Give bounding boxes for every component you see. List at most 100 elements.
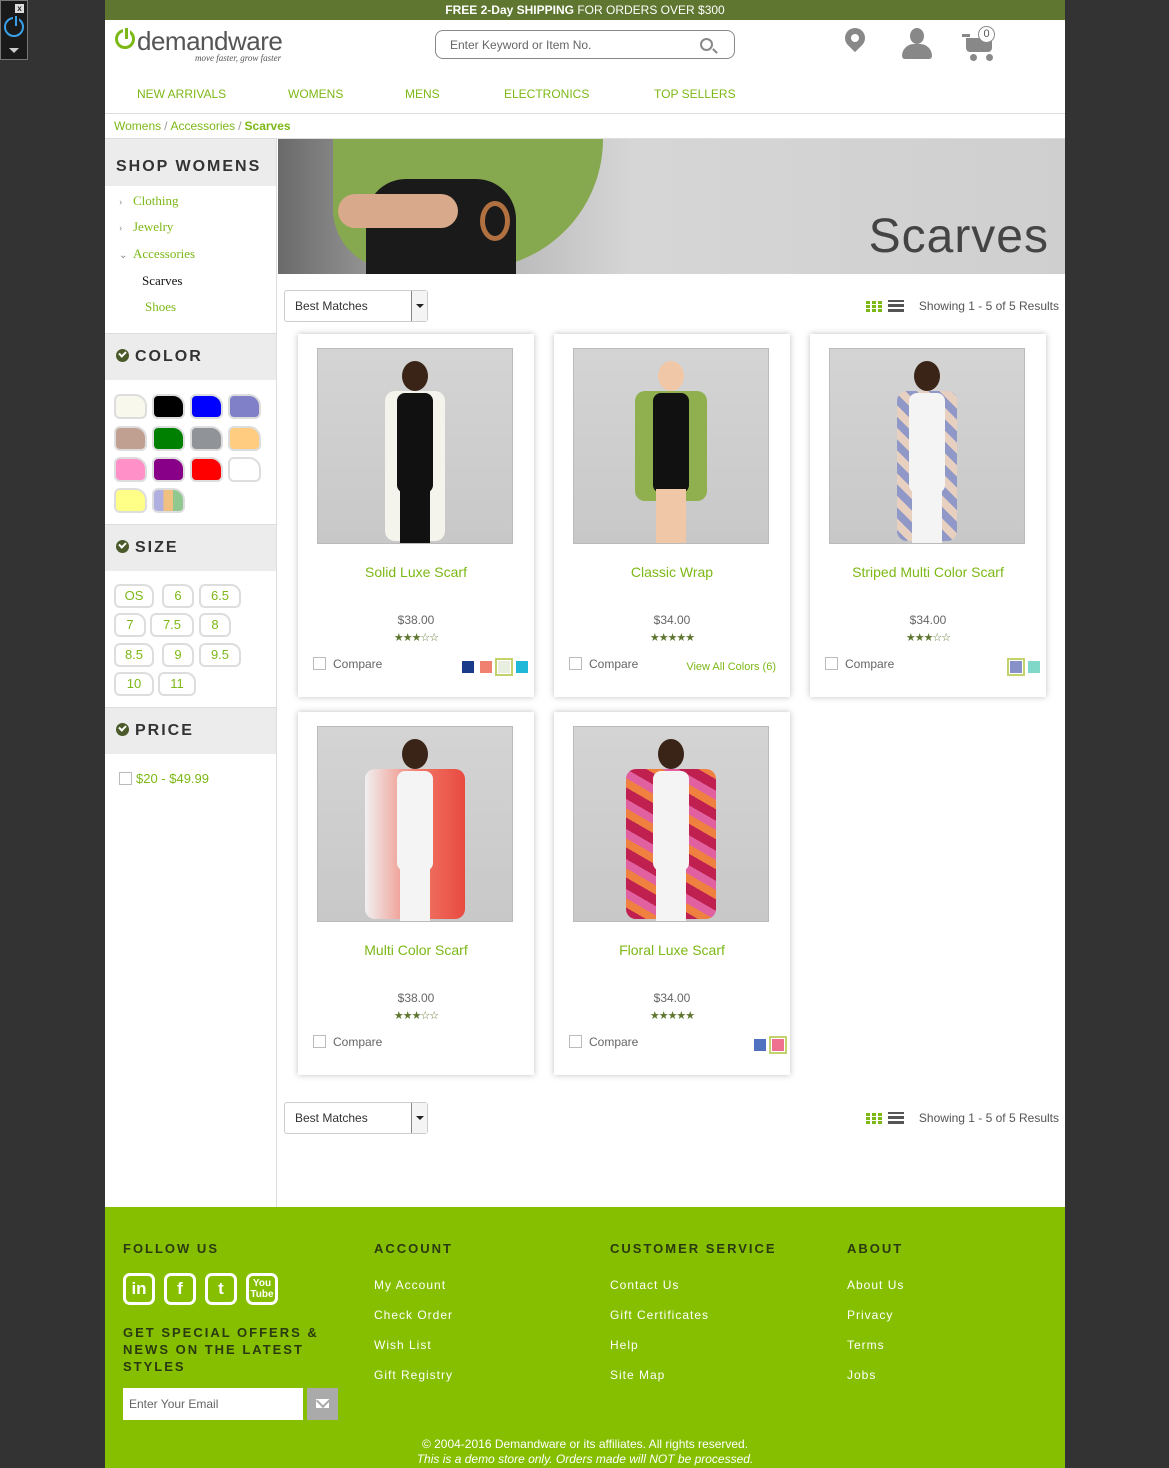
size-option[interactable]: 10	[114, 672, 154, 696]
product-image[interactable]	[573, 726, 769, 922]
price-filter-option[interactable]: $20 - $49.99	[119, 771, 209, 786]
product-color-swatch[interactable]	[754, 1039, 766, 1051]
debug-toolbar[interactable]: x	[0, 0, 28, 60]
product-color-swatch[interactable]	[462, 661, 474, 673]
nav-top-sellers[interactable]: TOP SELLERS	[654, 87, 736, 101]
nav-new-arrivals[interactable]: NEW ARRIVALS	[137, 87, 226, 101]
product-name[interactable]: Solid Luxe Scarf	[298, 564, 534, 580]
size-option[interactable]: 7.5	[150, 613, 194, 637]
color-filter-title[interactable]: COLOR	[105, 334, 276, 380]
compare-checkbox[interactable]: Compare	[313, 657, 382, 671]
sidebar-item-shoes[interactable]: Shoes	[145, 299, 176, 315]
checkbox[interactable]	[313, 657, 326, 670]
view-all-colors-link[interactable]: View All Colors (6)	[686, 661, 776, 673]
user-icon[interactable]	[902, 28, 932, 60]
product-name[interactable]: Classic Wrap	[554, 564, 790, 580]
logo[interactable]: demandware move faster, grow faster	[115, 26, 305, 68]
list-view-icon[interactable]	[888, 300, 904, 312]
compare-checkbox[interactable]: Compare	[313, 1035, 382, 1049]
list-view-icon[interactable]	[888, 1112, 904, 1124]
map-pin-icon[interactable]	[845, 28, 867, 58]
email-input[interactable]	[123, 1388, 303, 1420]
sidebar-item-clothing[interactable]: › Clothing	[119, 193, 179, 209]
size-option[interactable]: 11	[158, 672, 196, 696]
nav-womens[interactable]: WOMENS	[288, 87, 343, 101]
footer-link-check-order[interactable]: Check Order	[374, 1308, 453, 1322]
product-name[interactable]: Floral Luxe Scarf	[554, 942, 790, 958]
price-filter-title[interactable]: PRICE	[105, 708, 276, 754]
cart-icon[interactable]: 0	[962, 26, 998, 62]
product-image[interactable]	[573, 348, 769, 544]
product-card[interactable]: Multi Color Scarf $38.00 ★★★☆☆ Compare	[298, 712, 534, 1075]
compare-checkbox[interactable]: Compare	[569, 657, 638, 671]
size-filter-title[interactable]: SIZE	[105, 525, 276, 571]
checkbox[interactable]	[119, 772, 132, 785]
grid-view-icon[interactable]	[866, 1112, 882, 1124]
product-color-swatch[interactable]	[1007, 658, 1025, 676]
product-color-swatch[interactable]	[480, 661, 492, 673]
breadcrumb-womens[interactable]: Womens	[114, 119, 161, 133]
footer-link-privacy[interactable]: Privacy	[847, 1308, 893, 1322]
search-input[interactable]	[435, 30, 735, 59]
footer-link-jobs[interactable]: Jobs	[847, 1368, 876, 1382]
footer-link-about-us[interactable]: About Us	[847, 1278, 904, 1292]
footer-link-site-map[interactable]: Site Map	[610, 1368, 665, 1382]
product-color-swatch[interactable]	[516, 661, 528, 673]
product-image[interactable]	[317, 726, 513, 922]
color-swatch[interactable]	[228, 457, 261, 482]
sidebar-item-scarves[interactable]: Scarves	[142, 273, 182, 289]
footer-link-gift-certificates[interactable]: Gift Certificates	[610, 1308, 709, 1322]
footer-link-terms[interactable]: Terms	[847, 1338, 885, 1352]
color-swatch[interactable]	[114, 394, 147, 419]
color-swatch[interactable]	[228, 426, 261, 451]
youtube-icon[interactable]: You Tube	[246, 1273, 278, 1305]
product-card[interactable]: Classic Wrap $34.00 ★★★★★ Compare View All C…	[554, 334, 790, 697]
size-option[interactable]: 6	[162, 584, 194, 608]
product-card[interactable]: Solid Luxe Scarf $38.00 ★★★☆☆ Compare	[298, 334, 534, 697]
email-submit-icon[interactable]	[307, 1388, 338, 1420]
product-image[interactable]	[317, 348, 513, 544]
color-swatch[interactable]	[190, 457, 223, 482]
close-icon[interactable]: x	[15, 4, 24, 13]
product-image[interactable]	[829, 348, 1025, 544]
product-color-swatch[interactable]	[769, 1036, 787, 1054]
color-swatch[interactable]	[190, 426, 223, 451]
color-swatch[interactable]	[114, 488, 147, 513]
color-swatch[interactable]	[152, 394, 185, 419]
size-option[interactable]: 9.5	[199, 643, 241, 667]
color-swatch[interactable]	[190, 394, 223, 419]
breadcrumb-accessories[interactable]: Accessories	[170, 119, 235, 133]
footer-link-gift-registry[interactable]: Gift Registry	[374, 1368, 453, 1382]
twitter-icon[interactable]: t	[205, 1273, 237, 1305]
checkbox[interactable]	[569, 657, 582, 670]
nav-electronics[interactable]: ELECTRONICS	[504, 87, 589, 101]
product-card[interactable]: Striped Multi Color Scarf $34.00 ★★★☆☆ Comp…	[810, 334, 1046, 697]
sort-select[interactable]: Best Matches	[284, 290, 428, 322]
checkbox[interactable]	[313, 1035, 326, 1048]
color-swatch[interactable]	[152, 457, 185, 482]
color-swatch[interactable]	[114, 457, 147, 482]
compare-checkbox[interactable]: Compare	[569, 1035, 638, 1049]
size-option[interactable]: 7	[114, 613, 146, 637]
size-option[interactable]: 8	[199, 613, 231, 637]
size-option[interactable]: 6.5	[199, 584, 241, 608]
size-option[interactable]: OS	[114, 584, 154, 608]
footer-link-my-account[interactable]: My Account	[374, 1278, 446, 1292]
footer-link-contact-us[interactable]: Contact Us	[610, 1278, 679, 1292]
color-swatch[interactable]	[114, 426, 147, 451]
facebook-icon[interactable]: f	[164, 1273, 196, 1305]
product-card[interactable]: Floral Luxe Scarf $34.00 ★★★★★ Compare	[554, 712, 790, 1075]
checkbox[interactable]	[569, 1035, 582, 1048]
sidebar-item-accessories[interactable]: ⌄ Accessories	[119, 246, 195, 262]
product-color-swatch[interactable]	[1028, 661, 1040, 673]
size-option[interactable]: 9	[162, 643, 194, 667]
product-name[interactable]: Multi Color Scarf	[298, 942, 534, 958]
power-icon[interactable]	[4, 14, 24, 37]
color-swatch[interactable]	[152, 426, 185, 451]
product-name[interactable]: Striped Multi Color Scarf	[810, 564, 1046, 580]
sort-select[interactable]: Best Matches	[284, 1102, 428, 1134]
chevron-down-icon[interactable]	[411, 1103, 427, 1133]
chevron-down-icon[interactable]	[9, 48, 19, 53]
nav-mens[interactable]: MENS	[405, 87, 440, 101]
compare-checkbox[interactable]: Compare	[825, 657, 894, 671]
